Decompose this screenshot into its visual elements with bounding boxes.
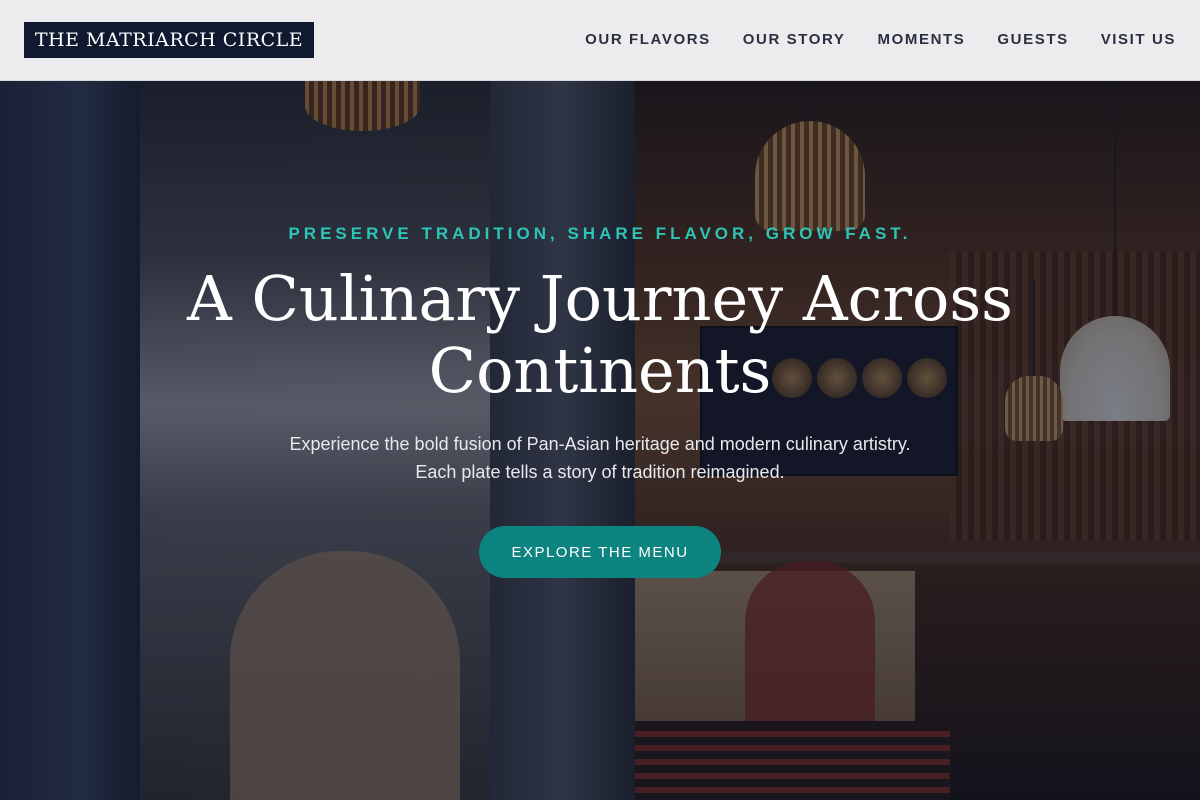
hero-tagline: PRESERVE TRADITION, SHARE FLAVOR, GROW F… [288, 224, 912, 243]
nav-link-moments[interactable]: MOMENTS [878, 31, 966, 49]
hero-title: A Culinary Journey Across Continents [187, 262, 1013, 407]
hero-content: PRESERVE TRADITION, SHARE FLAVOR, GROW F… [0, 81, 1200, 800]
nav-link-our-story[interactable]: OUR STORY [743, 31, 846, 49]
main-nav: OUR FLAVORS OUR STORY MOMENTS GUESTS VIS… [585, 31, 1176, 49]
nav-link-our-flavors[interactable]: OUR FLAVORS [585, 31, 711, 49]
hero-section: PRESERVE TRADITION, SHARE FLAVOR, GROW F… [0, 81, 1200, 800]
site-header: THE MATRIARCH CIRCLE OUR FLAVORS OUR STO… [0, 0, 1200, 81]
hero-subtitle-line-1: Experience the bold fusion of Pan-Asian … [289, 434, 911, 454]
hero-subtitle: Experience the bold fusion of Pan-Asian … [200, 430, 1000, 486]
site-logo[interactable]: THE MATRIARCH CIRCLE [24, 22, 314, 58]
explore-menu-button[interactable]: EXPLORE THE MENU [479, 526, 721, 578]
nav-link-visit-us[interactable]: VISIT US [1101, 31, 1176, 49]
hero-subtitle-line-2: Each plate tells a story of tradition re… [415, 462, 785, 482]
nav-link-guests[interactable]: GUESTS [997, 31, 1068, 49]
